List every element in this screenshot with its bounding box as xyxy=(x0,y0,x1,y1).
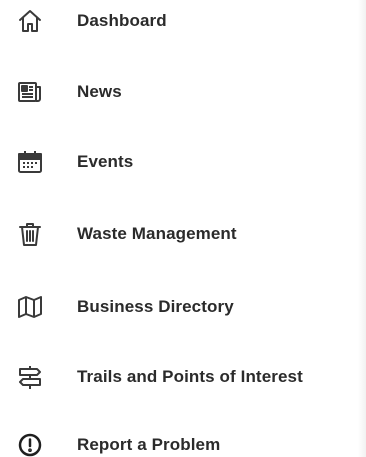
map-icon xyxy=(15,292,45,322)
trash-icon xyxy=(15,219,45,249)
calendar-icon xyxy=(15,147,45,177)
nav-item-waste-management[interactable]: Waste Management xyxy=(0,210,360,258)
nav-label-dashboard: Dashboard xyxy=(77,11,167,30)
newspaper-icon xyxy=(15,77,45,107)
nav-item-news[interactable]: News xyxy=(0,68,360,116)
nav-item-business-directory[interactable]: Business Directory xyxy=(0,283,360,331)
alert-circle-icon xyxy=(15,430,45,457)
nav-item-report-problem[interactable]: Report a Problem xyxy=(0,421,360,457)
nav-item-trails[interactable]: Trails and Points of Interest xyxy=(0,353,360,401)
nav-label-trails: Trails and Points of Interest xyxy=(77,367,303,386)
drawer-edge-shadow xyxy=(358,0,366,457)
nav-label-waste-management: Waste Management xyxy=(77,224,237,243)
home-icon xyxy=(15,6,45,36)
nav-label-report-problem: Report a Problem xyxy=(77,435,221,454)
navigation-drawer: Dashboard News Events Waste Management B… xyxy=(0,0,366,457)
signpost-icon xyxy=(15,362,45,392)
nav-item-events[interactable]: Events xyxy=(0,138,360,186)
nav-label-business-directory: Business Directory xyxy=(77,297,234,316)
nav-item-dashboard[interactable]: Dashboard xyxy=(0,0,360,45)
nav-label-events: Events xyxy=(77,152,134,171)
nav-label-news: News xyxy=(77,82,122,101)
